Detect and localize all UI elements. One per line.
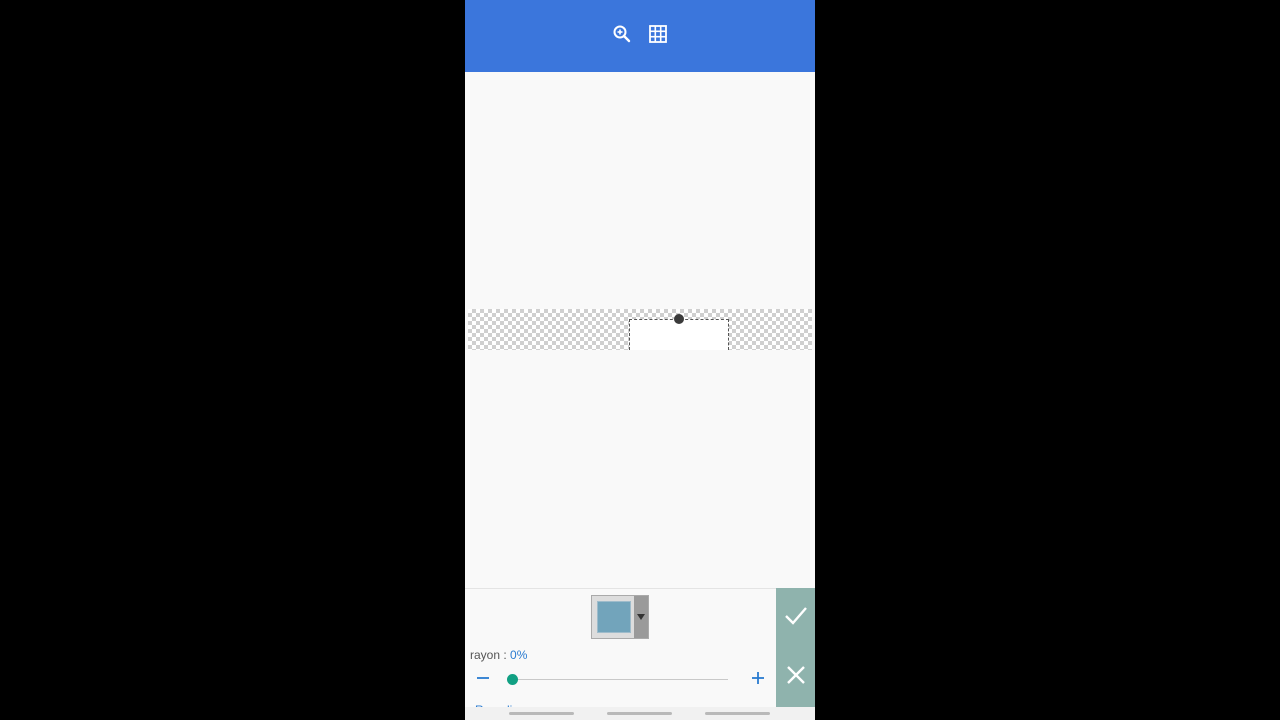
- confirm-button[interactable]: [776, 588, 815, 647]
- radius-label-text: rayon :: [470, 648, 507, 662]
- action-column: [776, 588, 815, 707]
- drawing-canvas[interactable]: [465, 72, 815, 588]
- dropdown-arrow-icon: [634, 596, 648, 638]
- system-nav-bar: [465, 707, 815, 720]
- nav-indicator: [705, 712, 770, 715]
- shape-options-panel: rayon : 0% Remplir: [465, 588, 776, 720]
- zoom-in-icon[interactable]: [610, 22, 634, 46]
- cancel-button[interactable]: [776, 648, 815, 707]
- nav-indicator: [607, 712, 672, 715]
- color-picker-button[interactable]: [591, 595, 649, 639]
- radius-slider-track[interactable]: [512, 679, 728, 680]
- radius-label: rayon : 0%: [470, 648, 527, 662]
- check-icon: [783, 602, 809, 633]
- phone-screen: rayon : 0% Remplir: [465, 0, 815, 720]
- radius-value: 0%: [510, 648, 528, 662]
- nav-indicator: [509, 712, 574, 715]
- decrease-radius-button[interactable]: [473, 668, 493, 688]
- color-swatch: [597, 601, 631, 633]
- selection-handle[interactable]: [674, 314, 684, 324]
- increase-radius-button[interactable]: [748, 668, 768, 688]
- radius-slider-thumb[interactable]: [507, 674, 518, 685]
- grid-icon[interactable]: [646, 22, 670, 46]
- app-toolbar: [465, 0, 815, 72]
- close-icon: [784, 663, 808, 692]
